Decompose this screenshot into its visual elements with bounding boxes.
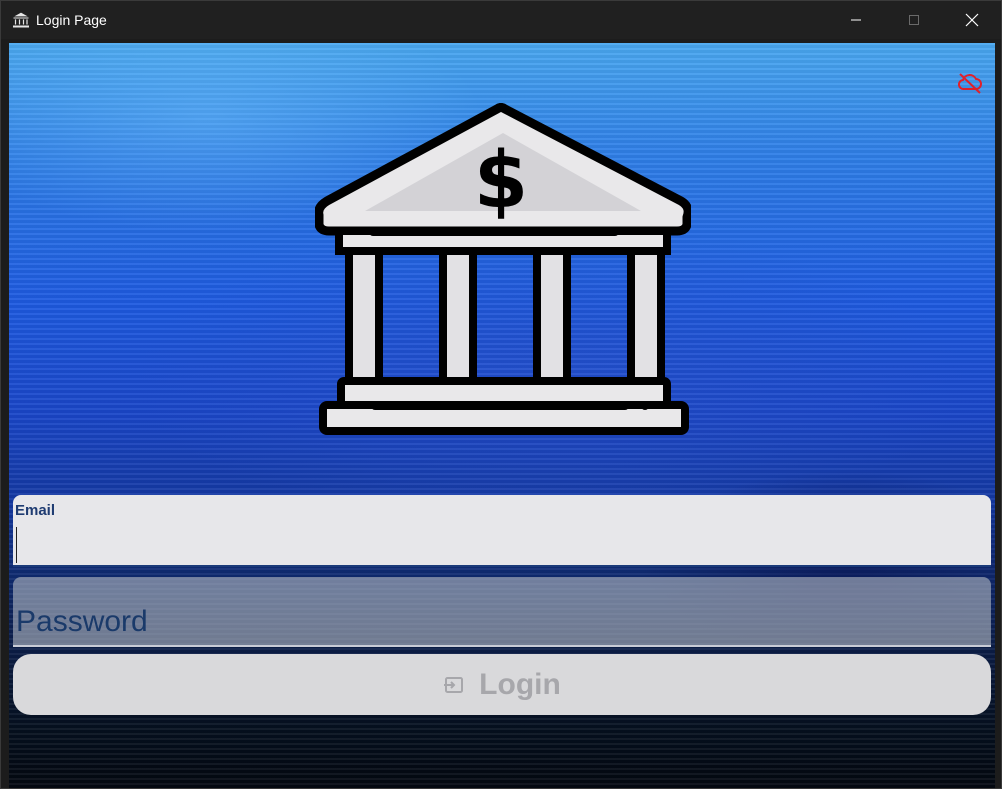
email-label: Email bbox=[15, 502, 56, 519]
email-field[interactable]: Email bbox=[13, 495, 991, 567]
minimize-button[interactable] bbox=[827, 1, 885, 39]
minimize-icon bbox=[851, 19, 861, 21]
dollar-symbol: $ bbox=[474, 136, 528, 226]
cloud-off-icon[interactable] bbox=[957, 71, 983, 95]
maximize-icon bbox=[909, 15, 919, 25]
app-window: Login Page $ Email Password Login bbox=[0, 0, 1002, 789]
close-icon bbox=[965, 13, 979, 27]
login-icon bbox=[444, 676, 464, 693]
login-view: $ Email Password Login bbox=[9, 43, 995, 788]
bank-icon bbox=[11, 11, 31, 29]
window-title: Login Page bbox=[36, 12, 107, 28]
text-caret bbox=[16, 527, 17, 563]
close-button[interactable] bbox=[943, 1, 1001, 39]
login-label: Login bbox=[479, 667, 561, 701]
password-field[interactable]: Password bbox=[13, 577, 991, 647]
login-button[interactable]: Login bbox=[13, 654, 991, 715]
title-bar[interactable]: Login Page bbox=[1, 1, 1001, 39]
bank-dollar-icon: $ bbox=[315, 103, 691, 435]
email-input[interactable] bbox=[15, 525, 975, 561]
maximize-button[interactable] bbox=[885, 1, 943, 39]
password-placeholder: Password bbox=[16, 605, 148, 638]
